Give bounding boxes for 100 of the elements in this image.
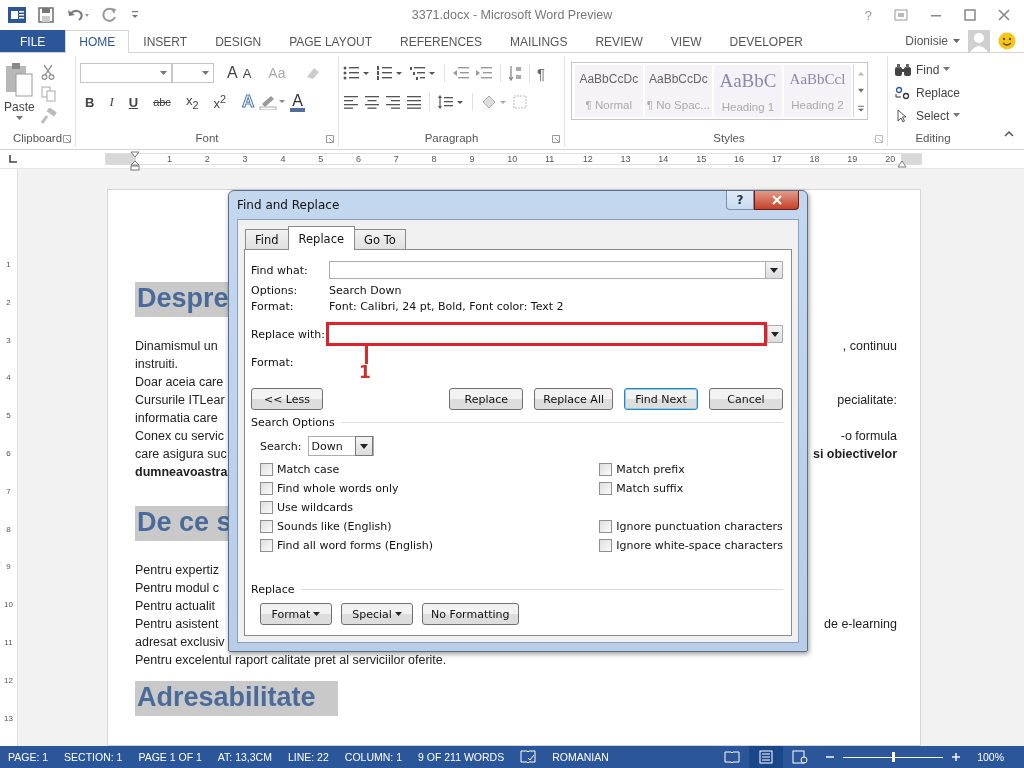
option-checkbox[interactable]: Use wildcards	[260, 498, 600, 517]
print-layout-button[interactable]	[749, 746, 784, 768]
shrink-font-button[interactable]: A	[242, 65, 252, 81]
status-item[interactable]: PAGE: 1	[8, 751, 49, 763]
status-item[interactable]: SECTION: 1	[64, 751, 123, 763]
dialog-tab[interactable]: Replace	[287, 226, 356, 250]
ribbon-tab[interactable]: REFERENCES	[386, 30, 497, 52]
redo-icon[interactable]	[102, 7, 118, 23]
superscript-button[interactable]: x$^{2}$	[208, 92, 231, 112]
style-item[interactable]: AaBbCcDc ¶ No Spac...	[644, 65, 713, 117]
less-button[interactable]: << Less	[251, 388, 323, 410]
status-item[interactable]: PAGE 1 OF 1	[138, 751, 202, 763]
ruler-number: 8	[431, 154, 438, 164]
bullets-icon[interactable]	[343, 65, 371, 81]
grow-font-button[interactable]: A	[227, 64, 238, 82]
ribbon-tab[interactable]: MAILINGS	[496, 30, 582, 52]
justify-icon[interactable]	[406, 95, 422, 109]
ribbon-tab[interactable]: PAGE LAYOUT	[275, 30, 387, 52]
editing-button[interactable]: Select	[894, 106, 972, 125]
user-name[interactable]: Dionisie	[905, 34, 948, 48]
font-name-field[interactable]	[80, 63, 172, 83]
dropdown-button[interactable]	[767, 325, 783, 343]
customize-icon[interactable]	[130, 9, 140, 21]
align-center-icon[interactable]	[364, 95, 380, 109]
word-logo-icon[interactable]	[8, 6, 26, 24]
cut-icon[interactable]	[40, 64, 55, 80]
strikethrough-button[interactable]: abc	[148, 96, 176, 108]
italic-button[interactable]: I	[104, 94, 119, 110]
decrease-indent-icon[interactable]	[452, 65, 470, 81]
ribbon-tab[interactable]: REVIEW	[581, 30, 657, 52]
smiley-icon[interactable]	[998, 32, 1016, 50]
collapse-ribbon-icon[interactable]	[1004, 130, 1014, 137]
zoom-in-icon[interactable]	[951, 752, 962, 762]
underline-button[interactable]: U	[123, 94, 144, 110]
show-marks-button[interactable]: ¶	[537, 64, 546, 82]
caret-icon[interactable]	[359, 443, 368, 449]
option-checkbox[interactable]: Match suffix	[599, 479, 783, 498]
option-checkbox[interactable]: Ignore white-space characters	[599, 536, 783, 555]
ribbon-tab[interactable]: HOME	[65, 30, 130, 53]
dialog-button[interactable]: Find Next	[624, 388, 698, 410]
close-icon[interactable]	[998, 9, 1010, 21]
option-checkbox[interactable]: Match prefix	[599, 460, 783, 479]
editing-button[interactable]: Find	[894, 60, 972, 79]
proofing-icon[interactable]	[520, 750, 537, 764]
search-direction-select[interactable]: Down	[307, 436, 374, 456]
launcher-icon[interactable]	[326, 135, 334, 143]
dialog-button[interactable]: Replace	[449, 388, 524, 410]
dialog-button[interactable]: Format	[260, 603, 332, 625]
find-what-field[interactable]	[329, 261, 783, 279]
status-item[interactable]: 9 OF 211 WORDS	[418, 751, 505, 763]
status-item[interactable]: COLUMN: 1	[344, 751, 402, 763]
highlighter-icon[interactable]	[259, 94, 286, 110]
option-checkbox[interactable]: Find whole words only	[260, 479, 600, 498]
undo-icon[interactable]	[66, 7, 90, 23]
option-checkbox[interactable]: Ignore punctuation characters	[599, 517, 783, 536]
option-checkbox[interactable]: Find all word forms (English)	[260, 536, 600, 555]
launcher-icon[interactable]	[63, 135, 71, 143]
maximize-icon[interactable]	[964, 9, 976, 21]
dialog-button[interactable]: Replace All	[534, 388, 613, 410]
option-checkbox[interactable]: Match case	[260, 460, 600, 479]
ribbon-tab[interactable]: DESIGN	[201, 30, 276, 52]
increase-indent-icon[interactable]	[475, 65, 493, 81]
language-status[interactable]: ROMANIAN	[552, 751, 609, 763]
ruler-number: 4	[6, 373, 11, 385]
zoom-level[interactable]: 100%	[977, 751, 1004, 763]
ribbon-tab[interactable]: DEVELOPER	[715, 30, 817, 52]
sort-icon[interactable]	[508, 65, 522, 81]
line-spacing-icon[interactable]	[437, 94, 465, 110]
bold-button[interactable]: B	[80, 94, 100, 110]
status-item[interactable]: AT: 13,3CM	[217, 751, 272, 763]
status-item[interactable]: LINE: 22	[287, 751, 329, 763]
numbering-icon[interactable]	[376, 65, 404, 81]
save-icon[interactable]	[38, 7, 54, 23]
style-item[interactable]: AaBbCcDc ¶ Normal	[575, 65, 643, 117]
tab-selector-icon[interactable]	[8, 154, 18, 164]
dialog-button[interactable]: Special	[341, 603, 413, 625]
caret-icon[interactable]	[770, 267, 778, 273]
dialog-button[interactable]: Cancel	[709, 388, 783, 410]
help-button[interactable]: ?	[726, 190, 754, 210]
dialog-tab[interactable]: Find	[245, 229, 289, 249]
font-color-button[interactable]: A	[290, 92, 305, 112]
align-left-icon[interactable]	[343, 95, 359, 109]
caret-icon[interactable]	[771, 331, 779, 337]
ribbon-tab[interactable]: INSERT	[129, 30, 202, 52]
dialog-tab[interactable]: Go To	[354, 229, 406, 249]
ribbon-tab[interactable]: VIEW	[656, 30, 716, 52]
file-tab[interactable]: FILE	[0, 30, 66, 52]
option-checkbox[interactable]: Sounds like (English)	[260, 517, 600, 536]
align-right-icon[interactable]	[385, 95, 401, 109]
editing-button[interactable]: Replace	[894, 83, 972, 102]
font-size-field[interactable]	[172, 63, 214, 83]
zoom-slider-thumb[interactable]	[891, 752, 895, 762]
multilevel-list-icon[interactable]	[409, 65, 437, 81]
indent-marker-icon[interactable]	[130, 151, 140, 171]
paste-button[interactable]: Paste	[4, 58, 35, 128]
launcher-icon[interactable]	[552, 135, 560, 143]
dialog-button[interactable]: No Formatting	[422, 603, 519, 625]
shading-icon[interactable]	[480, 94, 508, 110]
close-button[interactable]	[754, 190, 799, 210]
subscript-button[interactable]: x$_{2}$	[180, 93, 204, 111]
